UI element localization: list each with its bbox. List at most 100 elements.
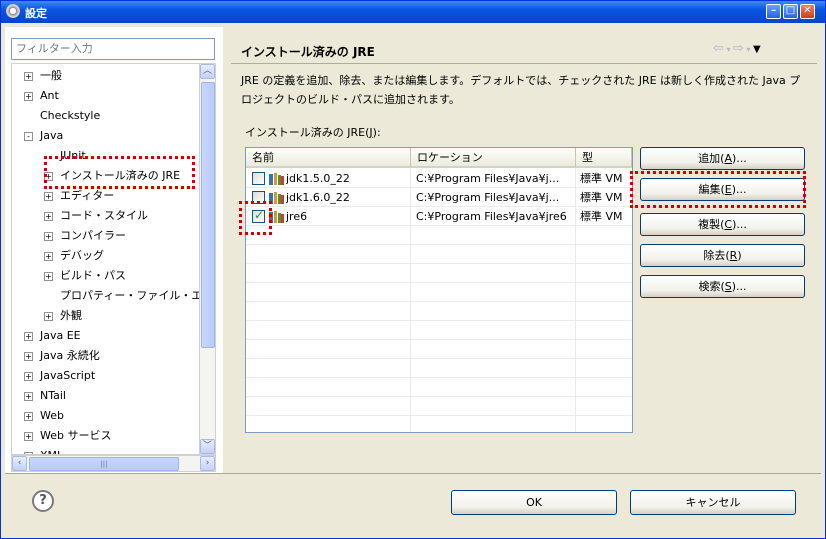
expand-icon[interactable]: +: [44, 252, 53, 261]
scroll-up-icon[interactable]: ︿: [200, 64, 215, 79]
cancel-button[interactable]: キャンセル: [630, 490, 796, 515]
tree-item-label: Ant: [40, 89, 59, 102]
tree-vertical-scrollbar[interactable]: ︿ ﹀: [199, 63, 216, 455]
tree-item[interactable]: + Web: [24, 407, 64, 425]
add-button[interactable]: 追加(A)...: [640, 147, 805, 170]
tree-item-label: 一般: [40, 69, 62, 82]
tree-item[interactable]: + インストール済みの JRE: [44, 167, 180, 185]
ok-button[interactable]: OK: [451, 490, 617, 515]
tree-item-label: ビルド・パス: [60, 269, 126, 282]
jre-checkbox[interactable]: [252, 208, 265, 223]
scroll-right-icon[interactable]: ›: [200, 456, 215, 471]
expand-icon[interactable]: +: [24, 432, 33, 441]
tree-item[interactable]: + ビルド・パス: [44, 267, 126, 285]
table-row[interactable]: jdk1.5.0_22 C:¥Program Files¥Java¥j... 標準 …: [246, 169, 632, 188]
tree-item-label: デバッグ: [60, 249, 104, 262]
table-row: [246, 397, 632, 416]
expand-icon[interactable]: +: [44, 172, 53, 181]
tree-item[interactable]: + 一般: [24, 67, 62, 85]
view-menu-icon[interactable]: ▼: [753, 44, 761, 55]
tree-item[interactable]: + コード・スタイル: [44, 207, 148, 225]
maximize-button[interactable]: □: [783, 4, 798, 19]
tree-item-label: プロパティー・ファイル・エ: [60, 289, 199, 302]
scroll-thumb[interactable]: [201, 82, 215, 348]
preferences-window: 設定 – □ ✕ + 一般 + Ant Checkstyle -Java JUnit + インス…: [0, 0, 826, 539]
cell-name: jdk1.5.0_22: [286, 172, 350, 185]
tree-item[interactable]: + Java 永続化: [24, 347, 100, 365]
title-bar[interactable]: 設定 – □ ✕: [1, 1, 825, 23]
tree-item[interactable]: Checkstyle: [24, 107, 100, 125]
tree-item[interactable]: +XML: [24, 447, 63, 454]
tree-item-label: 外観: [60, 309, 82, 322]
column-header-location[interactable]: ロケーション: [411, 148, 576, 168]
tree-item[interactable]: + Web サービス: [24, 427, 111, 445]
cell-name: jdk1.6.0_22: [286, 191, 350, 204]
scroll-thumb-horizontal[interactable]: |||: [29, 457, 179, 471]
table-row[interactable]: jre6 C:¥Program Files¥Java¥jre6 標準 VM: [246, 207, 632, 226]
tree-horizontal-scrollbar[interactable]: ‹ ||| ›: [11, 455, 216, 472]
expand-icon[interactable]: +: [24, 332, 33, 341]
table-row: [246, 226, 632, 245]
tree-item[interactable]: - Java: [24, 127, 63, 145]
tree-item[interactable]: + エディター: [44, 187, 114, 205]
page-title: インストール済みの JRE: [241, 45, 375, 59]
table-row: [246, 264, 632, 283]
tree-item[interactable]: + 外観: [44, 307, 82, 325]
tree-item-label: コンパイラー: [60, 229, 126, 242]
tree-item-label: JavaScript: [40, 369, 96, 382]
jre-table[interactable]: 名前 ロケーション 型 jdk1.5.0_22 C:¥Program Files¥…: [245, 147, 633, 433]
cell-location: C:¥Program Files¥Java¥j...: [416, 191, 560, 204]
page-description: JRE の定義を追加、除去、または編集します。デフォルトでは、チェックされた J…: [241, 74, 801, 106]
table-row: [246, 416, 632, 432]
tree-item-label: Java 永続化: [40, 349, 100, 362]
minimize-button[interactable]: –: [766, 4, 781, 19]
close-button[interactable]: ✕: [800, 4, 815, 19]
collapse-icon[interactable]: -: [24, 132, 33, 141]
expand-icon[interactable]: +: [24, 372, 33, 381]
table-row: [246, 245, 632, 264]
expand-icon[interactable]: +: [24, 92, 33, 101]
tree-item[interactable]: + Ant: [24, 87, 59, 105]
column-header-type[interactable]: 型: [576, 148, 632, 168]
table-row: [246, 321, 632, 340]
copy-button[interactable]: 複製(C)...: [640, 213, 805, 236]
jre-library-icon: [269, 210, 285, 223]
back-arrow-icon[interactable]: ⇦: [713, 41, 724, 56]
search-button[interactable]: 検索(S)...: [640, 275, 805, 298]
tree-item[interactable]: JUnit: [44, 147, 86, 165]
expand-icon[interactable]: +: [24, 72, 33, 81]
scroll-down-icon[interactable]: ﹀: [200, 439, 215, 454]
expand-icon[interactable]: +: [24, 392, 33, 401]
expand-icon[interactable]: +: [44, 232, 53, 241]
expand-icon[interactable]: +: [44, 192, 53, 201]
filter-input[interactable]: [11, 38, 215, 60]
tree-item[interactable]: + コンパイラー: [44, 227, 126, 245]
help-icon[interactable]: ?: [32, 490, 54, 512]
tree-item[interactable]: + NTail: [24, 387, 66, 405]
scroll-left-icon[interactable]: ‹: [12, 456, 27, 471]
tree-item[interactable]: + デバッグ: [44, 247, 104, 265]
jre-library-icon: [269, 172, 285, 185]
forward-arrow-icon[interactable]: ⇨: [733, 41, 744, 56]
table-row: [246, 283, 632, 302]
remove-button[interactable]: 除去(R): [640, 244, 805, 267]
tree-item-label: Web サービス: [40, 429, 112, 442]
jre-checkbox[interactable]: [252, 172, 265, 185]
expand-icon[interactable]: +: [24, 412, 33, 421]
jre-checkbox[interactable]: [252, 191, 265, 204]
tree-item[interactable]: プロパティー・ファイル・エ: [44, 287, 199, 305]
tree-item-label: インストール済みの JRE: [60, 169, 181, 182]
tree-item-label: コード・スタイル: [60, 209, 148, 222]
expand-icon[interactable]: +: [44, 212, 53, 221]
expand-icon[interactable]: +: [44, 272, 53, 281]
edit-button[interactable]: 編集(E)...: [640, 178, 805, 201]
column-header-name[interactable]: 名前: [246, 148, 411, 168]
table-row[interactable]: jdk1.6.0_22 C:¥Program Files¥Java¥j... 標準 …: [246, 188, 632, 207]
cell-type: 標準 VM: [580, 210, 623, 223]
expand-icon[interactable]: +: [24, 352, 33, 361]
expand-icon[interactable]: +: [44, 312, 53, 321]
table-row: [246, 302, 632, 321]
tree-item[interactable]: + Java EE: [24, 327, 81, 345]
tree-item[interactable]: + JavaScript: [24, 367, 95, 385]
divider: [231, 63, 817, 64]
